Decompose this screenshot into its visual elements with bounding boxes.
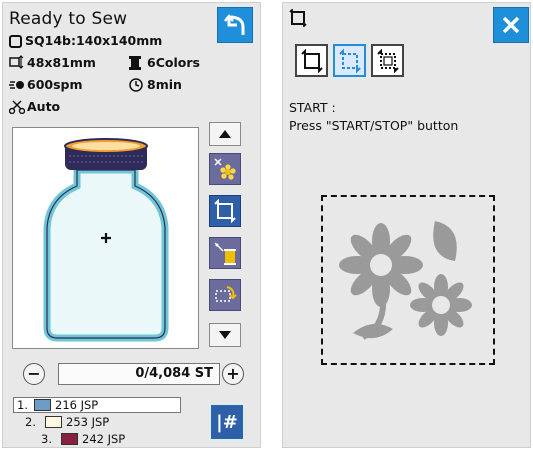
sewing-time: 8min [147, 77, 182, 92]
return-button[interactable] [217, 7, 253, 43]
color-count: 6Colors [147, 55, 200, 70]
close-button[interactable] [493, 7, 529, 43]
frame-outline-icon [338, 48, 361, 73]
list-item[interactable]: 3. 242 JSP [41, 431, 125, 447]
color-index: 3. [41, 432, 52, 446]
flower-magnify-icon [214, 158, 236, 180]
sewing-speed: 600spm [27, 77, 83, 92]
triangle-down-icon [219, 331, 231, 339]
color-swatch [34, 399, 51, 411]
start-instruction: Press "START/STOP" button [289, 118, 459, 133]
frame-icon [9, 33, 22, 52]
frame-stitch-icon [376, 48, 399, 73]
color-swatch [61, 433, 78, 445]
thread-color-list[interactable]: 1. 216 JSP 2. 253 JSP 3. 242 JSP [13, 397, 185, 447]
trace-stitch-button[interactable] [371, 44, 404, 77]
trace-frame-outline [321, 195, 495, 365]
frame-trace-panel: START : Press "START/STOP" button [282, 2, 531, 448]
speed-icon [9, 77, 25, 96]
color-index: 2. [25, 415, 36, 429]
thread-cut-icon [8, 99, 26, 118]
sewing-panel: Ready to Sew SQ14b:140x140mm 48x81mm 6Co… [2, 2, 261, 448]
thread-color-button[interactable] [209, 237, 241, 269]
triangle-up-icon [219, 130, 231, 138]
color-label: 242 JSP [82, 432, 126, 446]
scroll-up-button[interactable] [209, 122, 241, 146]
stitch-counter: 0/4,084 ST [58, 363, 220, 385]
color-label: 253 JSP [66, 415, 110, 429]
status-title: Ready to Sew [9, 9, 128, 29]
stitch-forward-icon [215, 286, 237, 302]
jar-design-image [43, 138, 169, 342]
thread-spool-icon [129, 55, 141, 74]
move-forward-button[interactable] [209, 279, 241, 311]
list-item[interactable]: 1. 216 JSP [13, 397, 181, 413]
design-size: 48x81mm [27, 55, 96, 70]
color-index: 1. [17, 398, 28, 412]
flower-design-image [339, 221, 472, 340]
stitch-minus-button[interactable]: − [23, 363, 45, 385]
design-preview [12, 127, 199, 349]
spool-icon [214, 242, 236, 265]
start-label: START : [289, 100, 336, 115]
design-size-icon [9, 55, 24, 74]
trial-frame-button[interactable] [209, 195, 241, 227]
stitch-plus-button[interactable]: + [222, 363, 244, 385]
close-icon [502, 16, 520, 34]
return-arrow-icon [224, 13, 245, 35]
clock-icon [129, 77, 143, 96]
frame-corners-icon [300, 48, 323, 73]
design-view-button[interactable] [209, 153, 241, 185]
trace-outline-button[interactable] [333, 44, 366, 77]
frame-size: SQ14b:140x140mm [25, 33, 163, 48]
jump-stitch-button[interactable]: |# [211, 405, 243, 439]
thread-cut-mode: Auto [27, 99, 61, 114]
color-swatch [45, 416, 62, 428]
list-item[interactable]: 2. 253 JSP [25, 414, 109, 430]
color-label: 216 JSP [55, 398, 99, 412]
frame-trace-title-icon [289, 7, 307, 31]
trace-corners-button[interactable] [295, 44, 328, 77]
scroll-down-button[interactable] [209, 323, 241, 347]
frame-trace-icon [214, 199, 236, 223]
